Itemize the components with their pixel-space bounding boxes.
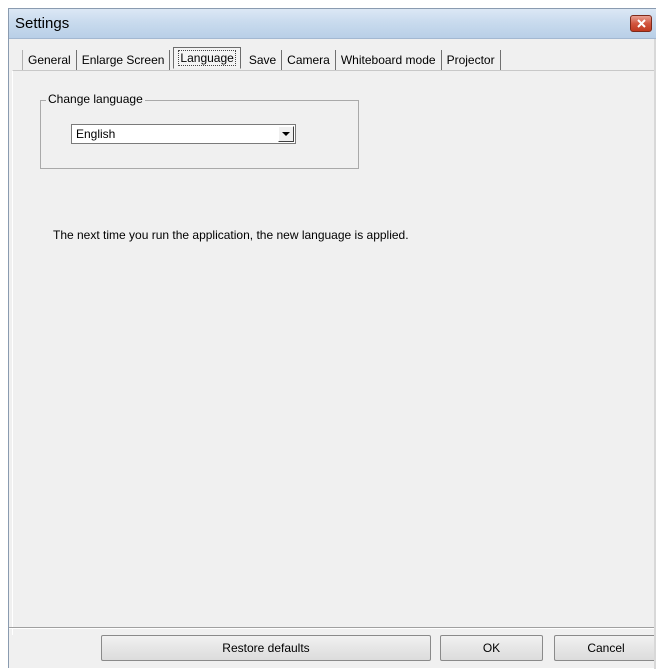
tab-label: Camera xyxy=(287,53,330,67)
settings-dialog: Settings General Enlarge Screen Language… xyxy=(8,8,656,669)
tab-label: Projector xyxy=(446,53,495,67)
change-language-group: Change language English xyxy=(40,92,359,169)
tab-general[interactable]: General xyxy=(22,50,77,70)
group-legend: Change language xyxy=(46,92,145,106)
language-select[interactable]: English xyxy=(71,124,296,144)
dropdown-button[interactable] xyxy=(278,126,294,142)
tab-label: Language xyxy=(178,50,236,66)
tab-language[interactable]: Language xyxy=(173,47,241,69)
title-bar[interactable]: Settings xyxy=(9,9,656,39)
ok-button[interactable]: OK xyxy=(440,635,543,661)
window-title: Settings xyxy=(15,15,70,32)
chevron-down-icon xyxy=(282,132,290,136)
selected-language: English xyxy=(76,127,116,141)
close-button[interactable] xyxy=(630,15,652,32)
tab-label: Whiteboard mode xyxy=(340,53,436,67)
tab-strip: General Enlarge Screen Language Save Cam… xyxy=(22,47,501,70)
tab-label: Save xyxy=(248,53,277,67)
tab-enlarge-screen[interactable]: Enlarge Screen xyxy=(77,50,171,70)
tab-projector[interactable]: Projector xyxy=(442,50,501,70)
tab-whiteboard-mode[interactable]: Whiteboard mode xyxy=(336,50,442,70)
restart-notice: The next time you run the application, t… xyxy=(53,228,409,242)
cancel-button[interactable]: Cancel xyxy=(554,635,656,661)
tab-camera[interactable]: Camera xyxy=(282,50,336,70)
tab-save[interactable]: Save xyxy=(244,50,283,70)
footer-divider xyxy=(9,627,656,629)
tab-label: General xyxy=(28,53,71,67)
tab-label: Enlarge Screen xyxy=(81,53,165,67)
close-icon xyxy=(637,19,646,28)
restore-defaults-button[interactable]: Restore defaults xyxy=(101,635,431,661)
